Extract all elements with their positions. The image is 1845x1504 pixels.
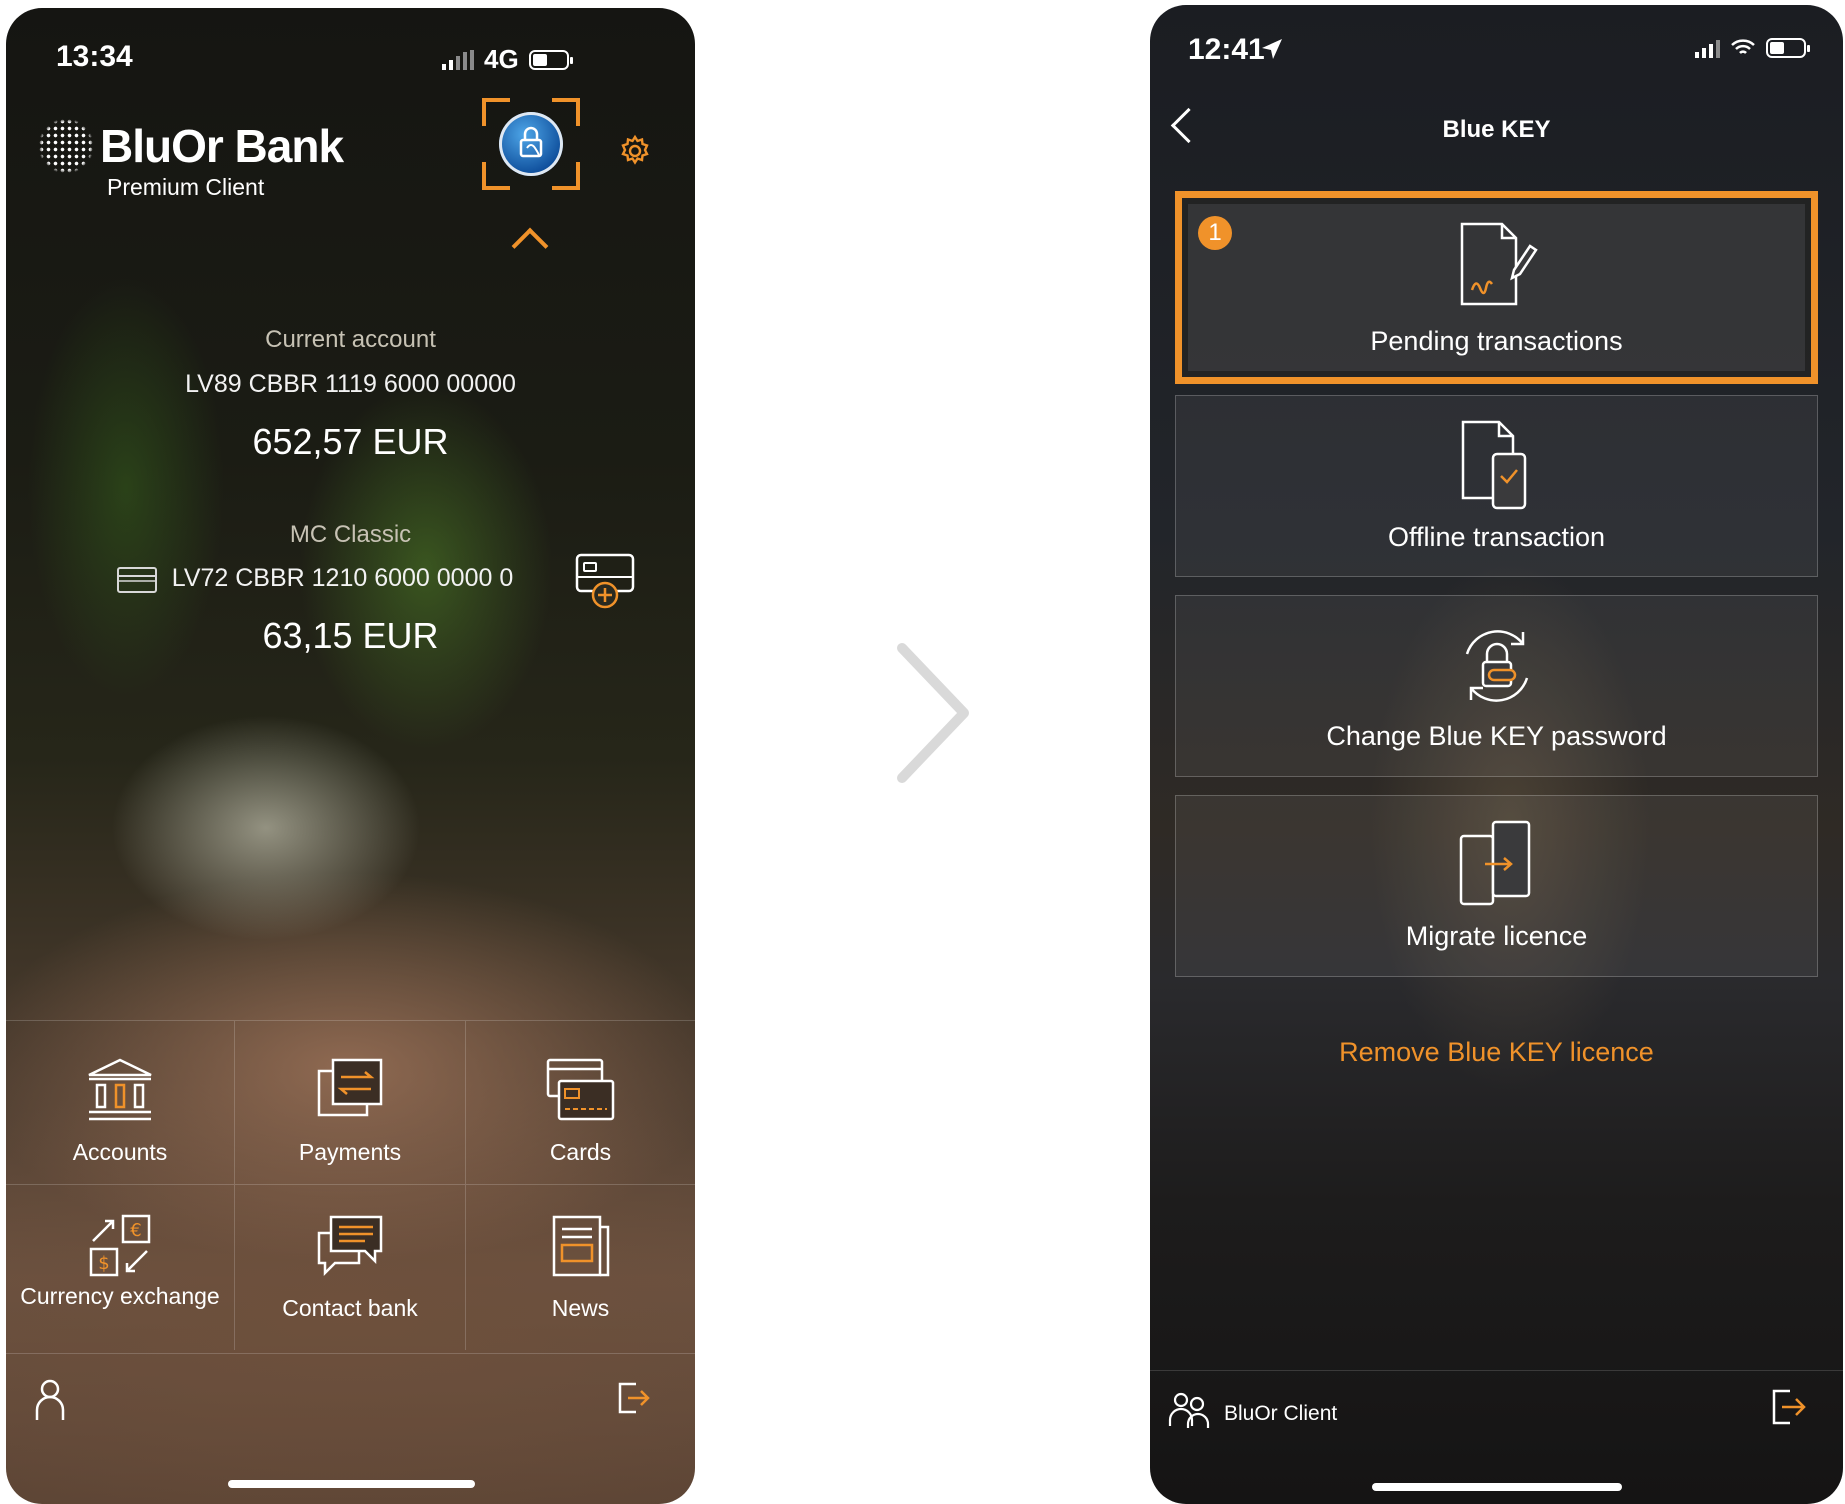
menu-contact-bank[interactable]: Contact bank xyxy=(235,1185,466,1350)
menu-currency-exchange[interactable]: € $ Currency exchange xyxy=(6,1185,235,1350)
card-balance: 63,15 EUR xyxy=(262,615,439,656)
logo-mark-icon xyxy=(38,118,94,174)
quick-menu: Accounts Payments Cards € $ Currency exc… xyxy=(6,1020,695,1350)
card-label: MC Classic xyxy=(289,521,412,548)
bottom-divider xyxy=(6,1353,695,1354)
left-phone-screen: 13:34 4G BluOr Bank Premium Client Curre… xyxy=(6,8,695,1504)
client-tier: Premium Client xyxy=(107,174,265,200)
svg-text:€: € xyxy=(130,1220,141,1241)
menu-news[interactable]: News xyxy=(466,1185,695,1350)
menu-label: News xyxy=(551,1295,610,1321)
network-type: 4G xyxy=(484,44,519,74)
location-arrow-icon xyxy=(1262,39,1282,59)
menu-label: Accounts xyxy=(72,1139,168,1165)
signal-icon xyxy=(1695,38,1720,58)
client-name: BluOr Client xyxy=(1224,1402,1338,1425)
bank-logo: BluOr Bank xyxy=(38,118,344,174)
home-indicator xyxy=(1372,1483,1622,1491)
change-password-option[interactable]: Change Blue KEY password xyxy=(1175,595,1818,777)
menu-label: Cards xyxy=(549,1139,612,1165)
status-time: 12:41 xyxy=(1188,33,1265,66)
logout-icon[interactable] xyxy=(616,1380,652,1416)
logout-icon[interactable] xyxy=(1768,1387,1808,1427)
cards-icon xyxy=(546,1058,614,1121)
offline-transaction-icon xyxy=(1461,420,1526,510)
currency-exchange-icon: € $ xyxy=(89,1214,151,1277)
status-time: 13:34 xyxy=(56,40,133,73)
step-badge: 1 xyxy=(1198,216,1232,250)
chat-icon xyxy=(317,1215,383,1277)
menu-label: Payments xyxy=(298,1139,402,1165)
migrate-devices-icon xyxy=(1459,820,1530,906)
footer-divider xyxy=(1150,1370,1843,1371)
menu-payments[interactable]: Payments xyxy=(235,1020,466,1185)
news-icon xyxy=(552,1215,609,1277)
right-phone-screen: 12:41 Blue KEY 1 Pending transactions Of… xyxy=(1150,5,1843,1504)
remove-licence-link[interactable]: Remove Blue KEY licence xyxy=(1150,1037,1843,1068)
menu-label: Currency exchange xyxy=(20,1283,220,1309)
option-label: Migrate licence xyxy=(1405,921,1588,951)
page-title: Blue KEY xyxy=(1442,116,1551,143)
option-label: Change Blue KEY password xyxy=(1326,721,1667,751)
chevron-right-icon xyxy=(897,643,969,783)
option-label: Offline transaction xyxy=(1387,522,1606,552)
home-indicator xyxy=(228,1480,475,1488)
lock-refresh-icon xyxy=(1465,630,1528,702)
offline-transaction-option[interactable]: Offline transaction xyxy=(1175,395,1818,577)
status-icons: 4G xyxy=(442,44,573,75)
status-icons xyxy=(1695,38,1810,58)
menu-label: Contact bank xyxy=(282,1295,418,1321)
option-label: Pending transactions xyxy=(1370,326,1623,356)
payments-icon xyxy=(317,1058,383,1117)
menu-cards[interactable]: Cards xyxy=(466,1020,695,1185)
profile-icon[interactable] xyxy=(34,1378,66,1422)
account-balance: 652,57 EUR xyxy=(252,421,449,462)
account-label: Current account xyxy=(265,326,436,353)
svg-text:$: $ xyxy=(98,1253,109,1274)
logo-name: BluOr Bank xyxy=(100,120,344,172)
pending-transactions-option[interactable]: 1 Pending transactions xyxy=(1175,191,1818,384)
battery-icon xyxy=(528,49,573,70)
bank-icon xyxy=(88,1058,152,1121)
document-sign-icon xyxy=(1460,222,1538,306)
blue-key-icon xyxy=(499,112,563,176)
gear-icon[interactable] xyxy=(618,134,652,168)
add-card-icon[interactable] xyxy=(575,553,637,609)
migrate-licence-option[interactable]: Migrate licence xyxy=(1175,795,1818,977)
wifi-icon xyxy=(1731,39,1755,54)
blue-key-button[interactable] xyxy=(482,98,580,190)
battery-icon xyxy=(1766,38,1810,58)
menu-accounts[interactable]: Accounts xyxy=(6,1020,235,1185)
signal-icon xyxy=(442,49,474,70)
account-iban[interactable]: LV89 CBBR 1119 6000 00000 xyxy=(6,370,695,399)
chevron-up-icon[interactable] xyxy=(511,227,549,265)
users-icon[interactable] xyxy=(1168,1390,1210,1430)
